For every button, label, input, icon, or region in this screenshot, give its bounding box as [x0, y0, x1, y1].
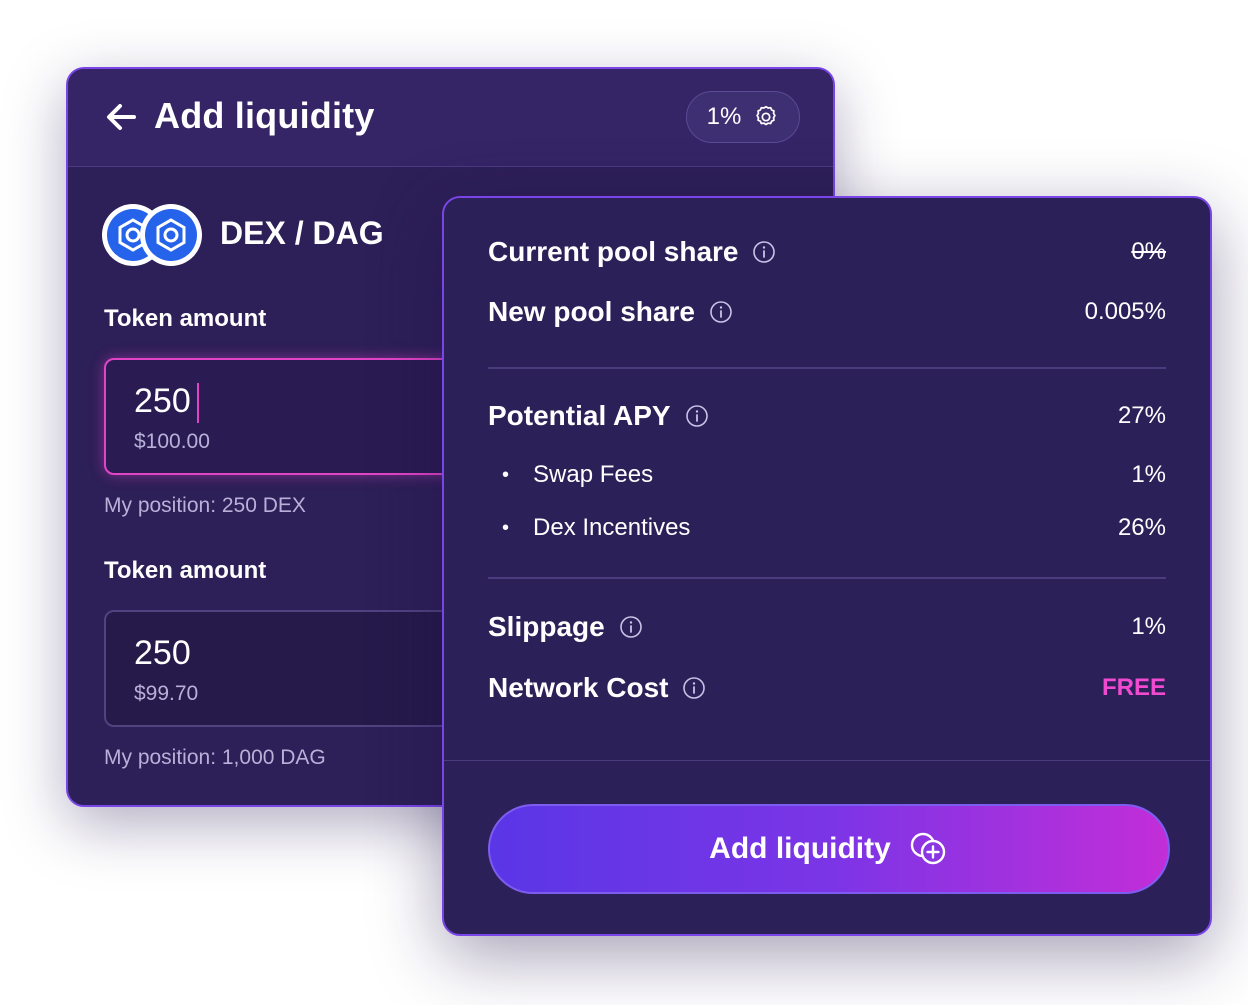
- info-icon[interactable]: [709, 300, 733, 324]
- add-circle-icon: [910, 832, 946, 865]
- dex-incentives-row: • Dex Incentives 26%: [488, 514, 1166, 542]
- token-a-value-wrap: 250: [134, 382, 199, 424]
- info-icon[interactable]: [682, 676, 706, 700]
- info-icon[interactable]: [685, 404, 709, 428]
- info-icon[interactable]: [619, 615, 643, 639]
- potential-apy-label: Potential APY: [488, 400, 671, 431]
- swap-fees-row: • Swap Fees 1%: [488, 461, 1166, 489]
- dag-token-icon: [140, 204, 202, 266]
- token-a-value: 250: [134, 382, 191, 420]
- network-cost-value: FREE: [1101, 674, 1166, 701]
- token-a-position: My position: 250 DEX: [104, 494, 306, 517]
- dex-incentives-value: 26%: [1117, 514, 1166, 541]
- potential-apy-value: 27%: [1117, 402, 1166, 429]
- swap-fees-value: 1%: [1131, 461, 1166, 488]
- info-icon[interactable]: [752, 240, 776, 264]
- network-cost-label: Network Cost: [488, 672, 669, 703]
- gear-icon: [756, 105, 777, 126]
- slippage-pill-value: 1%: [706, 103, 742, 130]
- current-pool-share-value: 0%: [1131, 238, 1166, 265]
- new-pool-share-label: New pool share: [488, 296, 695, 327]
- token-b-position: My position: 1,000 DAG: [104, 746, 326, 769]
- current-pool-share-row: Current pool share 0%: [488, 236, 1166, 268]
- arrow-left-icon[interactable]: [104, 101, 138, 133]
- slippage-label: Slippage: [488, 611, 605, 642]
- add-liquidity-button-label: Add liquidity: [709, 832, 891, 865]
- bullet: •: [502, 463, 510, 486]
- token-b-usd: $99.70: [134, 682, 199, 705]
- new-pool-share-value: 0.005%: [1084, 298, 1166, 325]
- slippage-settings-button[interactable]: 1%: [686, 91, 800, 143]
- bullet: •: [502, 516, 510, 539]
- token-a-label: Token amount: [104, 305, 267, 332]
- page-title: Add liquidity: [154, 95, 375, 136]
- add-liquidity-button[interactable]: Add liquidity: [488, 804, 1170, 894]
- network-cost-row: Network Cost FREE: [488, 672, 1166, 704]
- divider: [488, 367, 1166, 369]
- new-pool-share-row: New pool share 0.005%: [488, 296, 1166, 328]
- slippage-value: 1%: [1131, 613, 1166, 640]
- potential-apy-row: Potential APY 27%: [488, 400, 1166, 432]
- token-b-label: Token amount: [104, 557, 267, 584]
- dex-incentives-label: Dex Incentives: [533, 514, 691, 541]
- panel-header: Add liquidity 1%: [68, 69, 833, 167]
- token-a-usd: $100.00: [134, 430, 210, 453]
- token-pair-icons: [102, 204, 202, 266]
- current-pool-share-label: Current pool share: [488, 236, 739, 267]
- footer-divider: [444, 760, 1210, 761]
- liquidity-summary-card: Current pool share 0% New pool share 0.0…: [442, 196, 1212, 936]
- swap-fees-label: Swap Fees: [533, 461, 654, 488]
- slippage-row: Slippage 1%: [488, 611, 1166, 643]
- token-b-value: 250: [134, 634, 191, 672]
- token-pair-label: DEX / DAG: [220, 215, 384, 251]
- divider: [488, 577, 1166, 579]
- text-caret: [196, 383, 199, 424]
